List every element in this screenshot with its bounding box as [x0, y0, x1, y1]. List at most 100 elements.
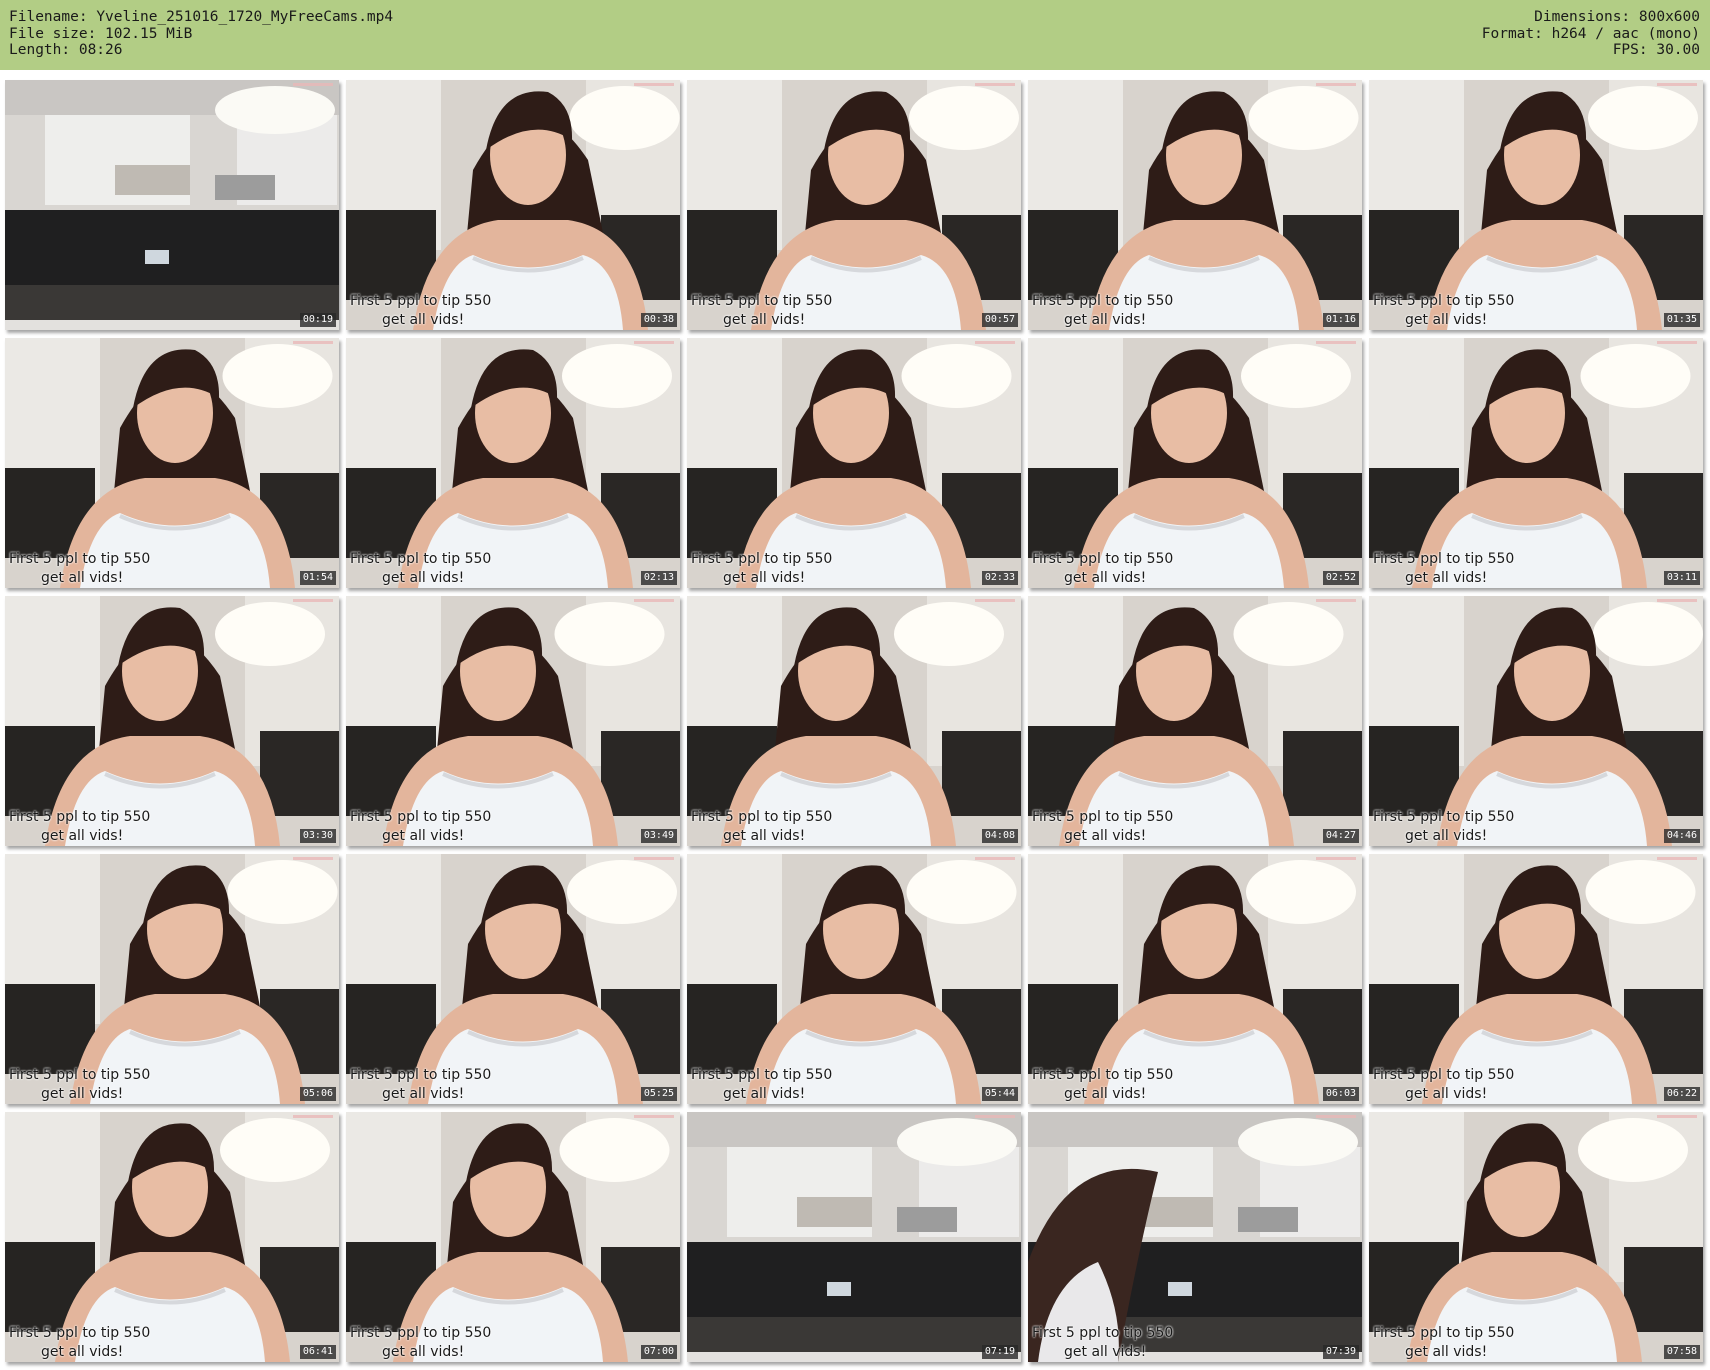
timestamp-label: 00:19 — [299, 313, 336, 327]
watermark-mark — [975, 599, 1015, 602]
thumbnail-frame[interactable]: First 5 ppl to tip 550 get all vids! 07:00 — [346, 1112, 680, 1362]
timestamp-label: 02:13 — [640, 571, 677, 585]
caption-line-1: First 5 ppl to tip 550 — [350, 551, 492, 567]
thumbnail-frame[interactable]: First 5 ppl to tip 550 get all vids! 04:08 — [687, 596, 1021, 846]
watermark-mark — [293, 341, 333, 344]
caption-overlay: First 5 ppl to tip 550 get all vids! — [1373, 1066, 1514, 1104]
timestamp-label: 03:30 — [299, 829, 336, 843]
thumbnail-frame[interactable]: First 5 ppl to tip 550 get all vids! 01:54 — [5, 338, 339, 588]
caption-line-2: get all vids! — [723, 1086, 806, 1102]
caption-line-2: get all vids! — [382, 1344, 465, 1360]
timestamp-label: 01:35 — [1663, 313, 1700, 327]
file-info-left: Filename: Yveline_251016_1720_MyFreeCams… — [9, 9, 393, 59]
thumbnail-frame[interactable]: First 5 ppl to tip 550 get all vids! 03:49 — [346, 596, 680, 846]
thumbnail-frame[interactable]: First 5 ppl to tip 550 get all vids! 01:16 — [1028, 80, 1362, 330]
caption-line-1: First 5 ppl to tip 550 — [1032, 551, 1174, 567]
watermark-mark — [975, 1115, 1015, 1118]
caption-line-1: First 5 ppl to tip 550 — [350, 1067, 492, 1083]
watermark-mark — [1657, 857, 1697, 860]
caption-line-2: get all vids! — [1064, 570, 1147, 586]
caption-line-1: First 5 ppl to tip 550 — [1373, 1325, 1515, 1341]
thumbnail-frame[interactable]: First 5 ppl to tip 550 get all vids! 07:58 — [1369, 1112, 1703, 1362]
caption-line-2: get all vids! — [41, 1344, 124, 1360]
watermark-mark — [1316, 599, 1356, 602]
file-info-right: Dimensions: 800x600 Format: h264 / aac (… — [1482, 9, 1700, 59]
dimensions-label: Dimensions: — [1534, 9, 1631, 25]
timestamp-label: 03:11 — [1663, 571, 1700, 585]
watermark-mark — [1657, 599, 1697, 602]
caption-line-2: get all vids! — [1405, 1086, 1488, 1102]
watermark-mark — [293, 857, 333, 860]
thumbnail-frame[interactable]: First 5 ppl to tip 550 get all vids! 02:33 — [687, 338, 1021, 588]
caption-overlay: First 5 ppl to tip 550 get all vids! — [691, 1066, 832, 1104]
thumbnail-frame[interactable]: First 5 ppl to tip 550 get all vids! 05:06 — [5, 854, 339, 1104]
caption-overlay: First 5 ppl to tip 550 get all vids! — [1373, 808, 1514, 846]
thumbnail-frame[interactable]: First 5 ppl to tip 550 get all vids! 02:52 — [1028, 338, 1362, 588]
watermark-mark — [1316, 1115, 1356, 1118]
fps-value: 30.00 — [1656, 42, 1700, 58]
caption-overlay: First 5 ppl to tip 550 get all vids! — [9, 1324, 150, 1362]
thumbnail-frame[interactable]: First 5 ppl to tip 550 get all vids! 06:03 — [1028, 854, 1362, 1104]
timestamp-label: 04:46 — [1663, 829, 1700, 843]
filename-value: Yveline_251016_1720_MyFreeCams.mp4 — [96, 9, 394, 25]
caption-overlay: First 5 ppl to tip 550 get all vids! — [691, 550, 832, 588]
thumbnail-frame[interactable]: 07:19 — [687, 1112, 1021, 1362]
timestamp-label: 02:33 — [981, 571, 1018, 585]
caption-line-1: First 5 ppl to tip 550 — [350, 293, 492, 309]
fps-label: FPS: — [1612, 42, 1648, 58]
dimensions-value: 800x600 — [1638, 9, 1700, 25]
watermark-mark — [634, 341, 674, 344]
caption-line-2: get all vids! — [1405, 1344, 1488, 1360]
thumbnail-frame[interactable]: First 5 ppl to tip 550 get all vids! 05:25 — [346, 854, 680, 1104]
caption-overlay: First 5 ppl to tip 550 get all vids! — [9, 1066, 150, 1104]
thumbnail-frame[interactable]: First 5 ppl to tip 550 get all vids! 06:41 — [5, 1112, 339, 1362]
caption-line-1: First 5 ppl to tip 550 — [350, 809, 492, 825]
timestamp-label: 05:25 — [640, 1087, 677, 1101]
caption-line-1: First 5 ppl to tip 550 — [1373, 293, 1515, 309]
caption-line-1: First 5 ppl to tip 550 — [9, 1325, 151, 1341]
caption-line-2: get all vids! — [1064, 1344, 1147, 1360]
thumbnail-frame[interactable]: First 5 ppl to tip 550 get all vids! 04:46 — [1369, 596, 1703, 846]
thumbnail-frame[interactable]: First 5 ppl to tip 550 get all vids! 03:30 — [5, 596, 339, 846]
watermark-mark — [634, 83, 674, 86]
filesize-label: File size: — [9, 25, 97, 42]
thumbnail-frame[interactable]: 00:19 — [5, 80, 339, 330]
caption-overlay: First 5 ppl to tip 550 get all vids! — [9, 808, 150, 846]
timestamp-label: 01:16 — [1322, 313, 1359, 327]
watermark-mark — [293, 1115, 333, 1118]
thumbnail-frame[interactable]: First 5 ppl to tip 550 get all vids! 00:38 — [346, 80, 680, 330]
thumbnail-frame[interactable]: First 5 ppl to tip 550 get all vids! 03:11 — [1369, 338, 1703, 588]
caption-overlay: First 5 ppl to tip 550 get all vids! — [1373, 1324, 1514, 1362]
timestamp-label: 04:27 — [1322, 829, 1359, 843]
format-label: Format: — [1481, 25, 1543, 42]
thumbnail-frame[interactable]: First 5 ppl to tip 550 get all vids! 06:22 — [1369, 854, 1703, 1104]
caption-overlay: First 5 ppl to tip 550 get all vids! — [691, 808, 832, 846]
thumbnail-frame[interactable]: First 5 ppl to tip 550 get all vids! 05:44 — [687, 854, 1021, 1104]
info-header: Filename: Yveline_251016_1720_MyFreeCams… — [0, 0, 1710, 70]
watermark-mark — [293, 599, 333, 602]
caption-line-1: First 5 ppl to tip 550 — [691, 809, 833, 825]
caption-line-2: get all vids! — [1064, 828, 1147, 844]
frame-image — [687, 1112, 1021, 1362]
watermark-mark — [634, 599, 674, 602]
caption-line-1: First 5 ppl to tip 550 — [691, 551, 833, 567]
thumbnail-frame[interactable]: First 5 ppl to tip 550 get all vids! 04:27 — [1028, 596, 1362, 846]
thumbnail-frame[interactable]: First 5 ppl to tip 550 get all vids! 07:39 — [1028, 1112, 1362, 1362]
caption-line-1: First 5 ppl to tip 550 — [1032, 1325, 1174, 1341]
thumbnail-frame[interactable]: First 5 ppl to tip 550 get all vids! 00:57 — [687, 80, 1021, 330]
caption-line-1: First 5 ppl to tip 550 — [1032, 293, 1174, 309]
watermark-mark — [634, 1115, 674, 1118]
thumbnail-frame[interactable]: First 5 ppl to tip 550 get all vids! 02:13 — [346, 338, 680, 588]
caption-overlay: First 5 ppl to tip 550 get all vids! — [350, 292, 491, 330]
caption-line-2: get all vids! — [382, 312, 465, 328]
timestamp-label: 06:41 — [299, 1345, 336, 1359]
caption-overlay: First 5 ppl to tip 550 get all vids! — [350, 1066, 491, 1104]
thumbnail-frame[interactable]: First 5 ppl to tip 550 get all vids! 01:35 — [1369, 80, 1703, 330]
timestamp-label: 04:08 — [981, 829, 1018, 843]
watermark-mark — [1316, 341, 1356, 344]
caption-overlay: First 5 ppl to tip 550 get all vids! — [1032, 1066, 1173, 1104]
caption-line-1: First 5 ppl to tip 550 — [1373, 1067, 1515, 1083]
timestamp-label: 06:22 — [1663, 1087, 1700, 1101]
caption-overlay: First 5 ppl to tip 550 get all vids! — [691, 292, 832, 330]
caption-line-2: get all vids! — [723, 570, 806, 586]
